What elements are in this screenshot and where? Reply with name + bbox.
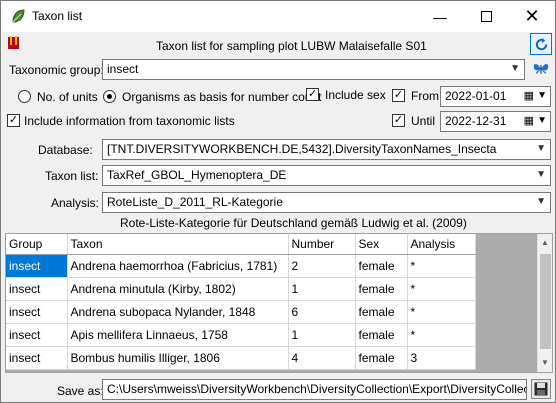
database-label: Database: (38, 143, 93, 157)
table-cell-analysis[interactable]: 3 (407, 346, 476, 370)
maximize-icon (480, 11, 492, 22)
butterfly-icon (533, 64, 549, 74)
table-cell-number[interactable]: 1 (288, 277, 356, 301)
include-taxonomic-label[interactable]: Include information from taxonomic lists (24, 114, 235, 128)
table-cell-number[interactable]: 2 (288, 254, 356, 278)
no-of-units-label[interactable]: No. of units (37, 90, 98, 104)
table-cell-taxon[interactable]: Andrena haemorrhoa (Fabricius, 1781) (67, 254, 289, 278)
taxonomic-group-combo[interactable]: insect ▼ (102, 59, 525, 80)
table-cell-sex[interactable]: female (355, 277, 408, 301)
save-path-value: C:\Users\mweiss\DiversityWorkbench\Diver… (107, 382, 527, 396)
taxon-list-combo[interactable]: TaxRef_GBOL_Hymenoptera_DE ▼ (102, 165, 551, 186)
refresh-button[interactable] (530, 33, 552, 55)
table-cell-number[interactable]: 1 (288, 323, 356, 347)
analysis-value: RoteListe_D_2011_RL-Kategorie (107, 195, 283, 209)
table-cell-analysis[interactable]: * (407, 254, 476, 278)
table-cell-sex[interactable]: female (355, 346, 408, 370)
table-cell-analysis[interactable]: * (407, 323, 476, 347)
table-cell-group[interactable]: insect (6, 254, 68, 278)
close-button[interactable]: ✕ (509, 1, 555, 32)
table-cell-analysis[interactable]: * (407, 300, 476, 324)
taxon-list-value: TaxRef_GBOL_Hymenoptera_DE (107, 168, 287, 182)
scroll-up-icon[interactable]: ▲ (541, 238, 549, 247)
database-combo[interactable]: [TNT.DIVERSITYWORKBENCH.DE,5432].Diversi… (102, 139, 551, 160)
chevron-down-icon: ▼ (510, 63, 520, 74)
table-cell-taxon[interactable]: Apis mellifera Linnaeus, 1758 (67, 323, 289, 347)
chevron-down-icon: ▼ (536, 143, 546, 154)
table-header-row: Group Taxon Number Sex Analysis (6, 234, 476, 255)
vertical-scrollbar[interactable]: ▲ ▼ (537, 234, 552, 372)
save-button[interactable] (531, 379, 551, 399)
until-checkbox[interactable]: ✓ (392, 114, 405, 127)
table-cell-group[interactable]: insect (6, 300, 68, 324)
table-cell-group[interactable]: insect (6, 277, 68, 301)
leaf-app-icon (12, 9, 25, 23)
refresh-icon (535, 37, 548, 51)
taxon-list-window: Taxon list — ✕ Taxon list for sampling p… (0, 0, 556, 403)
column-header-number[interactable]: Number (288, 234, 356, 255)
chevron-down-icon: ▼ (536, 196, 546, 207)
table-cell-taxon[interactable]: Bombus humilis Illiger, 1806 (67, 346, 289, 370)
maximize-button[interactable] (463, 1, 509, 32)
analysis-label: Analysis: (51, 196, 100, 210)
book-icon (8, 36, 19, 49)
taxonomic-group-value: insect (107, 62, 139, 76)
until-date-value: 2022-12-31 (445, 114, 507, 128)
table-row[interactable]: insect Andrena haemorrhoa (Fabricius, 17… (6, 254, 476, 278)
save-path-field[interactable]: C:\Users\mweiss\DiversityWorkbench\Diver… (102, 379, 527, 400)
table-cell-taxon[interactable]: Andrena minutula (Kirby, 1802) (67, 277, 289, 301)
column-header-group[interactable]: Group (6, 234, 68, 255)
table-cell-number[interactable]: 4 (288, 346, 356, 370)
table-cell-analysis[interactable]: * (407, 277, 476, 301)
include-sex-checkbox[interactable]: ✓ (306, 88, 319, 101)
calendar-icon[interactable]: ▦ (524, 114, 534, 127)
table-cell-number[interactable]: 6 (288, 300, 356, 324)
minimize-button[interactable]: — (417, 1, 463, 32)
from-date-picker[interactable]: 2022-01-01 ▦ ▼ (440, 86, 551, 107)
results-table: Group Taxon Number Sex Analysis insect A… (6, 234, 476, 370)
chevron-down-icon: ▼ (536, 169, 546, 180)
from-label[interactable]: From (411, 89, 439, 103)
organisms-basis-radio[interactable] (103, 90, 116, 103)
taxonomic-group-label: Taxonomic group: (9, 63, 104, 77)
column-header-sex[interactable]: Sex (355, 234, 408, 255)
analysis-combo[interactable]: RoteListe_D_2011_RL-Kategorie ▼ (102, 192, 551, 213)
table-row[interactable]: insect Apis mellifera Linnaeus, 1758 1 f… (6, 323, 476, 347)
table-cell-sex[interactable]: female (355, 254, 408, 278)
analysis-description: Rote-Liste-Kategorie für Deutschland gem… (120, 216, 467, 230)
taxon-list-label: Taxon list: (45, 169, 99, 183)
column-header-analysis[interactable]: Analysis (407, 234, 476, 255)
organisms-basis-label[interactable]: Organisms as basis for number count (122, 90, 321, 104)
scroll-down-icon[interactable]: ▼ (541, 358, 549, 367)
until-label[interactable]: Until (411, 114, 435, 128)
table-row[interactable]: insect Bombus humilis Illiger, 1806 4 fe… (6, 346, 476, 370)
from-date-value: 2022-01-01 (445, 89, 507, 103)
chevron-down-icon[interactable]: ▼ (537, 115, 547, 126)
no-of-units-radio[interactable] (18, 90, 31, 103)
calendar-icon[interactable]: ▦ (524, 89, 534, 102)
table-cell-taxon[interactable]: Andrena subopaca Nylander, 1848 (67, 300, 289, 324)
floppy-disk-icon (534, 382, 548, 396)
table-cell-group[interactable]: insect (6, 346, 68, 370)
title-bar: Taxon list — ✕ (1, 1, 555, 32)
until-date-picker[interactable]: 2022-12-31 ▦ ▼ (440, 111, 551, 132)
table-cell-group[interactable]: insect (6, 323, 68, 347)
include-taxonomic-checkbox[interactable]: ✓ (7, 114, 20, 127)
results-grid[interactable]: Group Taxon Number Sex Analysis insect A… (5, 233, 553, 373)
table-cell-sex[interactable]: female (355, 323, 408, 347)
header-caption: Taxon list for sampling plot LUBW Malais… (156, 39, 427, 53)
database-value: [TNT.DIVERSITYWORKBENCH.DE,5432].Diversi… (107, 142, 497, 156)
save-as-label: Save as: (57, 384, 104, 398)
scrollbar-thumb[interactable] (540, 254, 551, 349)
column-header-taxon[interactable]: Taxon (67, 234, 289, 255)
include-sex-label[interactable]: Include sex (325, 88, 386, 102)
from-checkbox[interactable]: ✓ (392, 89, 405, 102)
table-cell-sex[interactable]: female (355, 300, 408, 324)
table-row[interactable]: insect Andrena subopaca Nylander, 1848 6… (6, 300, 476, 324)
table-row[interactable]: insect Andrena minutula (Kirby, 1802) 1 … (6, 277, 476, 301)
chevron-down-icon[interactable]: ▼ (537, 90, 547, 101)
window-title: Taxon list (32, 9, 83, 23)
